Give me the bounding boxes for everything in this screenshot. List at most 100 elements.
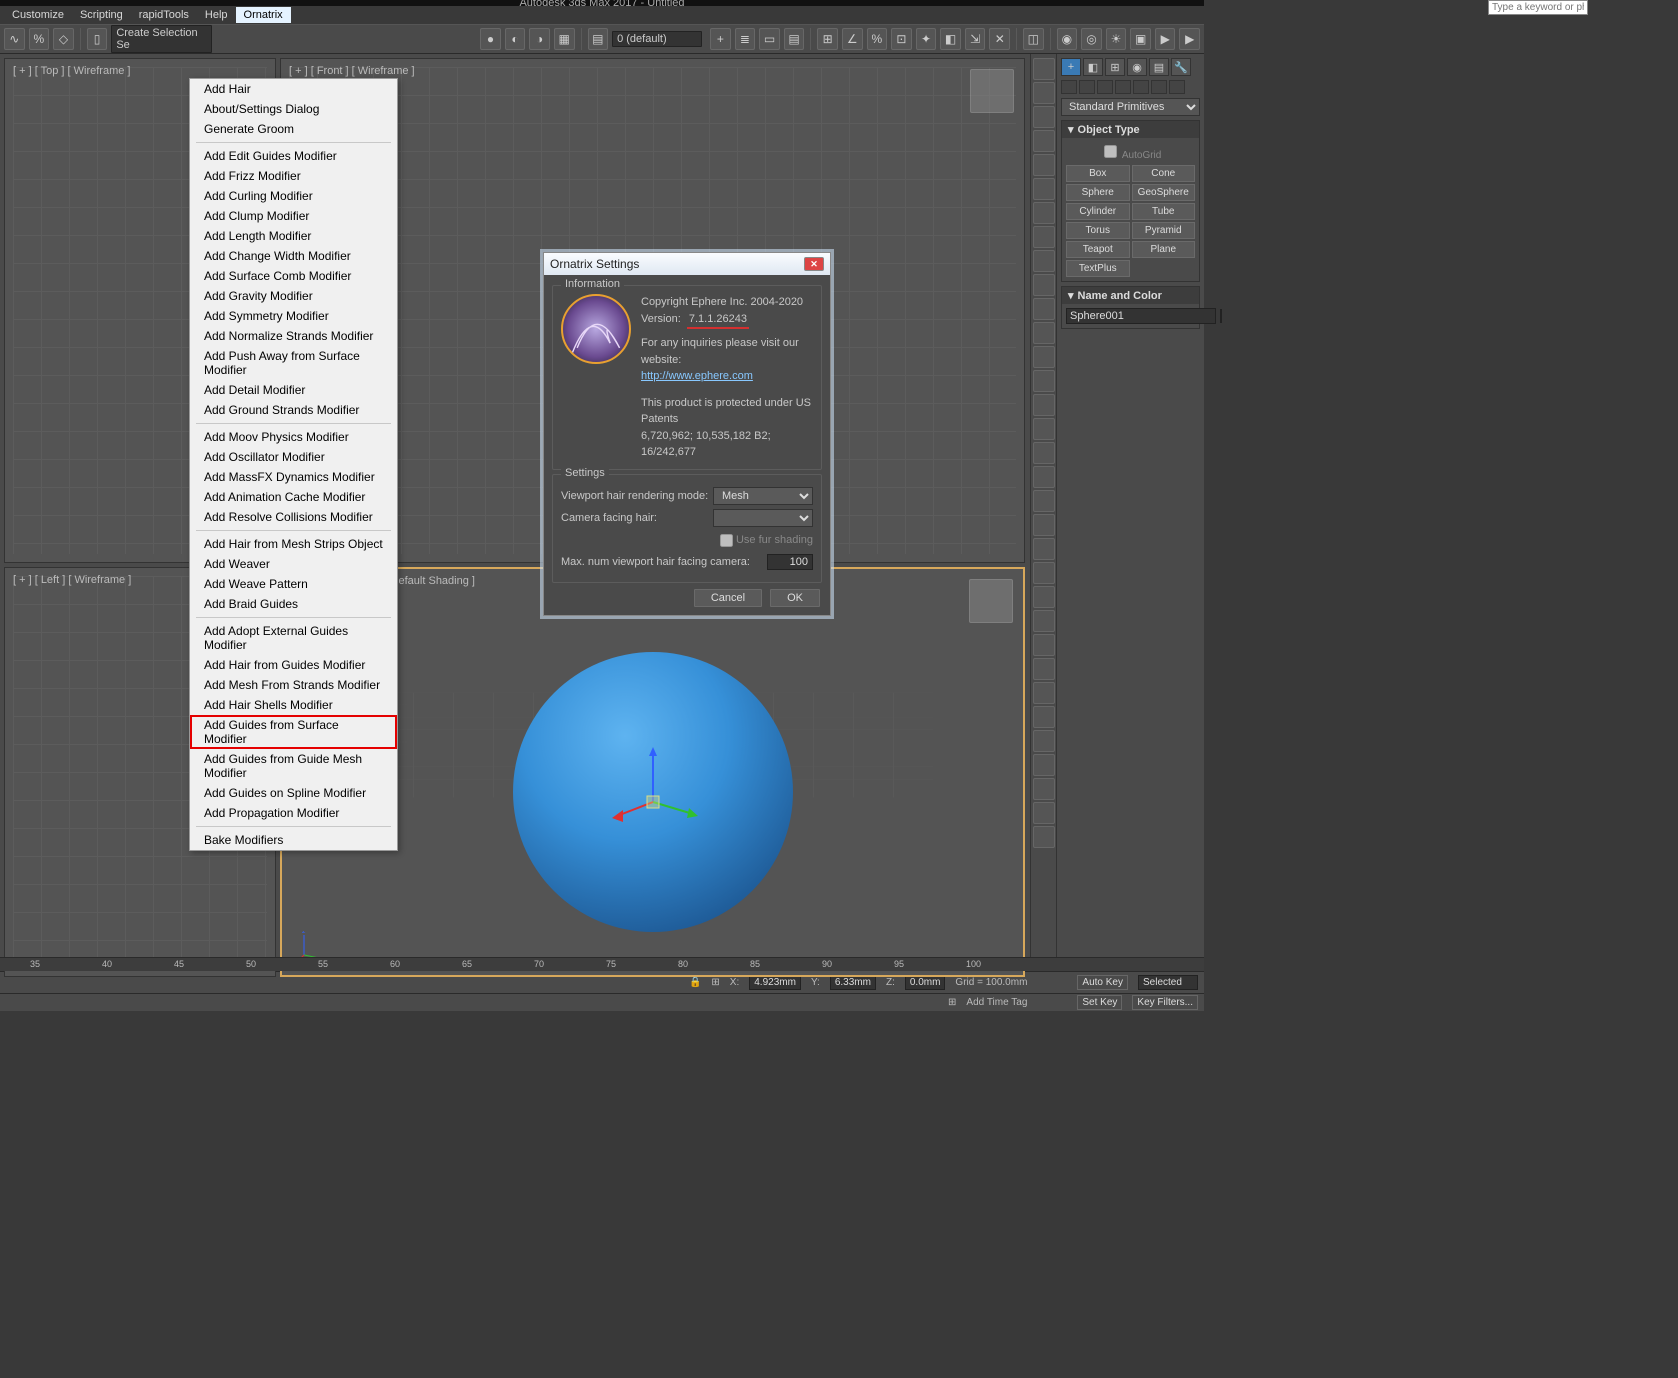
render-frame-icon[interactable]: ◎ — [1081, 28, 1102, 50]
search-input[interactable] — [1488, 0, 1588, 15]
ox-icon-17[interactable] — [1033, 442, 1055, 464]
menu-item[interactable]: Add Hair from Mesh Strips Object — [190, 534, 397, 554]
sub-geometry[interactable] — [1061, 80, 1077, 94]
btn-pyramid[interactable]: Pyramid — [1132, 222, 1196, 239]
selection-set-dropdown[interactable]: Create Selection Se — [111, 25, 212, 53]
menu-item[interactable]: Add Clump Modifier — [190, 206, 397, 226]
btn-cylinder[interactable]: Cylinder — [1066, 203, 1130, 220]
camera-facing-select[interactable] — [713, 509, 813, 527]
ox-icon-25[interactable] — [1033, 634, 1055, 656]
ox-icon-9[interactable] — [1033, 250, 1055, 272]
z-coord[interactable]: 0.0mm — [905, 975, 946, 990]
ox-icon-5[interactable] — [1033, 154, 1055, 176]
bind-icon[interactable]: ◇ — [53, 28, 74, 50]
menu-item[interactable]: Add Hair from Guides Modifier — [190, 655, 397, 675]
close-button[interactable]: ✕ — [804, 257, 824, 271]
menu-item[interactable]: About/Settings Dialog — [190, 99, 397, 119]
teapot-icon[interactable]: ◐ — [505, 28, 526, 50]
setkey-button[interactable]: Set Key — [1077, 995, 1122, 1010]
ox-icon-14[interactable] — [1033, 370, 1055, 392]
ox-icon-18[interactable] — [1033, 466, 1055, 488]
menu-rapidtools[interactable]: rapidTools — [131, 7, 197, 23]
object-name-input[interactable] — [1066, 308, 1216, 324]
axis-icon[interactable]: ✦ — [916, 28, 937, 50]
ox-icon-2[interactable] — [1033, 82, 1055, 104]
ox-icon-21[interactable] — [1033, 538, 1055, 560]
cancel-button[interactable]: Cancel — [694, 589, 762, 607]
color-swatch[interactable] — [1220, 309, 1222, 323]
sub-systems[interactable] — [1169, 80, 1185, 94]
menu-item[interactable]: Add Moov Physics Modifier — [190, 427, 397, 447]
max-num-spinner[interactable] — [767, 554, 813, 570]
btn-torus[interactable]: Torus — [1066, 222, 1130, 239]
tab-display[interactable]: ▤ — [1149, 58, 1169, 76]
viewport-label-front[interactable]: [ + ] [ Front ] [ Wireframe ] — [289, 65, 415, 77]
menu-help[interactable]: Help — [197, 7, 236, 23]
viewport-label-top[interactable]: [ + ] [ Top ] [ Wireframe ] — [13, 65, 130, 77]
ox-icon-32[interactable] — [1033, 802, 1055, 824]
name-color-header[interactable]: ▾Name and Color — [1062, 287, 1199, 304]
percent-snap-icon[interactable]: % — [867, 28, 888, 50]
menu-item[interactable]: Add Hair — [190, 79, 397, 99]
ox-icon-4[interactable] — [1033, 130, 1055, 152]
tab-create[interactable]: + — [1061, 58, 1081, 76]
named-set-dropdown[interactable]: 0 (default) — [612, 31, 702, 47]
ox-icon-24[interactable] — [1033, 610, 1055, 632]
window-icon[interactable]: ◫ — [1023, 28, 1044, 50]
select-icon[interactable]: ▯ — [87, 28, 108, 50]
menu-item[interactable]: Add Resolve Collisions Modifier — [190, 507, 397, 527]
menu-item[interactable]: Add Edit Guides Modifier — [190, 146, 397, 166]
render-mode-select[interactable]: Mesh — [713, 487, 813, 505]
menu-item[interactable]: Add Symmetry Modifier — [190, 306, 397, 326]
btn-sphere[interactable]: Sphere — [1066, 184, 1130, 201]
btn-box[interactable]: Box — [1066, 165, 1130, 182]
menu-item[interactable]: Add Change Width Modifier — [190, 246, 397, 266]
ox-icon-16[interactable] — [1033, 418, 1055, 440]
material-icon[interactable]: ● — [480, 28, 501, 50]
snap-icon[interactable]: ⊞ — [817, 28, 838, 50]
layers-icon[interactable]: ≣ — [735, 28, 756, 50]
ox-icon-7[interactable] — [1033, 202, 1055, 224]
mirror-icon[interactable]: ◧ — [940, 28, 961, 50]
menu-customize[interactable]: Customize — [4, 7, 72, 23]
light-icon[interactable]: ☀ — [1106, 28, 1127, 50]
menu-item[interactable]: Add Hair Shells Modifier — [190, 695, 397, 715]
render-setup-icon[interactable]: ◉ — [1057, 28, 1078, 50]
ox-icon-30[interactable] — [1033, 754, 1055, 776]
menu-item[interactable]: Generate Groom — [190, 119, 397, 139]
menu-item[interactable]: Add Mesh From Strands Modifier — [190, 675, 397, 695]
ox-icon-10[interactable] — [1033, 274, 1055, 296]
y-coord[interactable]: 6.33mm — [830, 975, 876, 990]
menu-item[interactable]: Add Guides on Spline Modifier — [190, 783, 397, 803]
menu-item[interactable]: Add Ground Strands Modifier — [190, 400, 397, 420]
website-link[interactable]: http://www.ephere.com — [641, 368, 813, 385]
ox-icon-11[interactable] — [1033, 298, 1055, 320]
ox-icon-19[interactable] — [1033, 490, 1055, 512]
menu-item[interactable]: Add Guides from Guide Mesh Modifier — [190, 749, 397, 783]
menu-ornatrix[interactable]: Ornatrix — [236, 7, 291, 23]
btn-teapot[interactable]: Teapot — [1066, 241, 1130, 258]
layout-icon[interactable]: ▤ — [588, 28, 609, 50]
object-type-header[interactable]: ▾Object Type — [1062, 121, 1199, 138]
sub-cameras[interactable] — [1115, 80, 1131, 94]
menu-item[interactable]: Add Surface Comb Modifier — [190, 266, 397, 286]
ox-icon-8[interactable] — [1033, 226, 1055, 248]
menu-item[interactable]: Add Oscillator Modifier — [190, 447, 397, 467]
camera-icon[interactable]: ▣ — [1130, 28, 1151, 50]
x-coord[interactable]: 4.923mm — [749, 975, 801, 990]
x-icon[interactable]: ✕ — [989, 28, 1010, 50]
ox-icon-22[interactable] — [1033, 562, 1055, 584]
ox-icon-33[interactable] — [1033, 826, 1055, 848]
menu-item[interactable]: Add Detail Modifier — [190, 380, 397, 400]
tab-utilities[interactable]: 🔧 — [1171, 58, 1191, 76]
sub-helpers[interactable] — [1133, 80, 1149, 94]
add-time-tag[interactable]: Add Time Tag — [966, 997, 1027, 1008]
ox-icon-29[interactable] — [1033, 730, 1055, 752]
manage-layers-icon[interactable]: ▤ — [784, 28, 805, 50]
viewcube-persp[interactable] — [969, 579, 1013, 623]
transform-gizmo[interactable] — [603, 742, 703, 842]
ox-icon-20[interactable] — [1033, 514, 1055, 536]
ox-icon-15[interactable] — [1033, 394, 1055, 416]
sub-lights[interactable] — [1097, 80, 1113, 94]
layer-add-icon[interactable]: + — [710, 28, 731, 50]
